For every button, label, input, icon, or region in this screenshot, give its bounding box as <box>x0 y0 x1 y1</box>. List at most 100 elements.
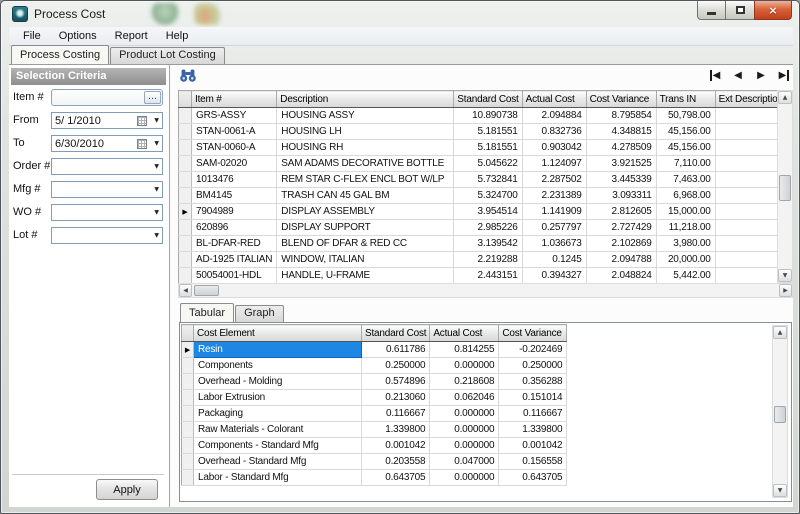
cell-standard_cost[interactable]: 0.643705 <box>362 470 430 486</box>
cell-actual_cost[interactable]: 1.036673 <box>522 236 586 252</box>
cell-standard_cost[interactable]: 0.574896 <box>362 374 430 390</box>
row-selector[interactable] <box>179 108 192 124</box>
from-input[interactable]: 5/ 1/2010▼ <box>51 112 163 129</box>
scroll-up-button[interactable]: ▲ <box>773 326 787 339</box>
row-selector[interactable] <box>179 188 192 204</box>
cell-cost_variance[interactable]: 4.278509 <box>586 140 656 156</box>
cell-trans_in[interactable]: 45,156.00 <box>656 124 715 140</box>
column-header-description[interactable]: Description <box>277 91 454 108</box>
cell-actual_cost[interactable]: 0.000000 <box>430 438 499 454</box>
close-button[interactable]: × <box>754 1 792 20</box>
column-header-actual-cost[interactable]: Actual Cost <box>522 91 586 108</box>
row-selector[interactable] <box>182 390 194 406</box>
cell-actual_cost[interactable]: 0.000000 <box>430 406 499 422</box>
cell-standard_cost[interactable]: 10.890738 <box>454 108 522 124</box>
cell-element[interactable]: Labor Extrusion <box>194 390 362 406</box>
row-selector[interactable] <box>182 406 194 422</box>
row-selector[interactable] <box>179 172 192 188</box>
table-row[interactable]: Raw Materials - Colorant 1.3398000.000000… <box>182 422 567 438</box>
cell-trans_in[interactable]: 7,110.00 <box>656 156 715 172</box>
maximize-button[interactable] <box>726 1 754 20</box>
cell-item[interactable]: STAN-0060-A <box>192 140 277 156</box>
cell-element[interactable]: Resin <box>194 342 362 358</box>
cell-description[interactable]: TRASH CAN 45 GAL BM <box>277 188 454 204</box>
cell-description[interactable]: HOUSING ASSY <box>277 108 454 124</box>
table-row[interactable]: Components0.2500000.0000000.250000 <box>182 358 567 374</box>
scrollbar-thumb[interactable] <box>779 175 791 201</box>
cell-cost_variance[interactable]: 0.250000 <box>499 358 567 374</box>
cell-item[interactable]: BL-DFAR-RED <box>192 236 277 252</box>
cell-actual_cost[interactable]: 0.903042 <box>522 140 586 156</box>
table-row[interactable]: 1013476REM STAR C-FLEX ENCL BOT W/LP5.73… <box>179 172 789 188</box>
cell-actual_cost[interactable]: 0.257797 <box>522 220 586 236</box>
order-input[interactable]: ▼ <box>51 158 163 175</box>
table-row[interactable]: SAM-02020SAM ADAMS DECORATIVE BOTTLE5.04… <box>179 156 789 172</box>
cell-cost_variance[interactable]: 2.048824 <box>586 268 656 284</box>
cell-item[interactable]: 7904989 <box>192 204 277 220</box>
cell-description[interactable]: SAM ADAMS DECORATIVE BOTTLE <box>277 156 454 172</box>
cell-cost_variance[interactable]: 4.348815 <box>586 124 656 140</box>
scroll-down-button[interactable]: ▼ <box>773 484 787 497</box>
item-input[interactable]: … <box>51 89 163 106</box>
menu-item-options[interactable]: Options <box>50 28 106 44</box>
row-selector[interactable] <box>179 156 192 172</box>
scroll-right-button[interactable]: ▶ <box>779 284 792 297</box>
row-selector[interactable] <box>182 470 194 486</box>
apply-button[interactable]: Apply <box>96 479 158 500</box>
cell-standard_cost[interactable]: 5.045622 <box>454 156 522 172</box>
cell-item[interactable]: 1013476 <box>192 172 277 188</box>
cell-description[interactable]: HANDLE, U-FRAME <box>277 268 454 284</box>
cell-element[interactable]: Raw Materials - Colorant <box>194 422 362 438</box>
table-row[interactable]: BM4145TRASH CAN 45 GAL BM5.3247002.23138… <box>179 188 789 204</box>
dropdown-arrow-icon[interactable]: ▼ <box>154 118 159 124</box>
table-row[interactable]: Components - Standard Mfg0.0010420.00000… <box>182 438 567 454</box>
cell-cost_variance[interactable]: 0.356288 <box>499 374 567 390</box>
dropdown-arrow-icon[interactable]: ▼ <box>154 210 159 216</box>
cell-trans_in[interactable]: 15,000.00 <box>656 204 715 220</box>
cell-item[interactable]: STAN-0061-A <box>192 124 277 140</box>
cell-item[interactable]: AD-1925 ITALIAN <box>192 252 277 268</box>
cell-description[interactable]: DISPLAY SUPPORT <box>277 220 454 236</box>
items-grid-hscrollbar[interactable]: ◀ ▶ <box>178 283 793 298</box>
cell-standard_cost[interactable]: 0.213060 <box>362 390 430 406</box>
cell-standard_cost[interactable]: 3.139542 <box>454 236 522 252</box>
to-input[interactable]: 6/30/2010▼ <box>51 135 163 152</box>
dropdown-arrow-icon[interactable]: ▼ <box>154 141 159 147</box>
nav-first-button[interactable]: ◀ <box>707 70 723 82</box>
cell-standard_cost[interactable]: 0.203558 <box>362 454 430 470</box>
mfg-input[interactable]: ▼ <box>51 181 163 198</box>
cell-standard_cost[interactable]: 0.001042 <box>362 438 430 454</box>
table-row[interactable]: AD-1925 ITALIANWINDOW, ITALIAN2.2192880.… <box>179 252 789 268</box>
cell-element[interactable]: Components - Standard Mfg <box>194 438 362 454</box>
cell-trans_in[interactable]: 7,463.00 <box>656 172 715 188</box>
menu-item-report[interactable]: Report <box>106 28 157 44</box>
cell-actual_cost[interactable]: 0.000000 <box>430 422 499 438</box>
row-selector[interactable] <box>179 140 192 156</box>
cell-standard_cost[interactable]: 5.324700 <box>454 188 522 204</box>
cell-description[interactable]: BLEND OF DFAR & RED CC <box>277 236 454 252</box>
title-bar[interactable]: Process Cost × <box>1 1 799 27</box>
cell-actual_cost[interactable]: 0.814255 <box>430 342 499 358</box>
cell-item[interactable]: SAM-02020 <box>192 156 277 172</box>
column-header-cost-variance[interactable]: Cost Variance <box>499 325 567 342</box>
cell-standard_cost[interactable]: 5.732841 <box>454 172 522 188</box>
calendar-icon[interactable] <box>137 139 147 149</box>
nav-next-button[interactable]: ▶ <box>753 70 769 82</box>
column-header-standard-cost[interactable]: Standard Cost <box>454 91 522 108</box>
cell-standard_cost[interactable]: 3.954514 <box>454 204 522 220</box>
table-row[interactable]: 50054001-HDLHANDLE, U-FRAME2.4431510.394… <box>179 268 789 284</box>
cell-actual_cost[interactable]: 0.832736 <box>522 124 586 140</box>
ellipsis-button[interactable]: … <box>144 91 161 104</box>
cell-trans_in[interactable]: 3,980.00 <box>656 236 715 252</box>
cell-trans_in[interactable]: 20,000.00 <box>656 252 715 268</box>
cell-standard_cost[interactable]: 0.116667 <box>362 406 430 422</box>
minimize-button[interactable] <box>697 1 726 20</box>
tab-tabular[interactable]: Tabular <box>180 303 234 322</box>
items-grid-vscrollbar[interactable]: ▲ ▼ <box>777 90 793 283</box>
column-header-cost-element[interactable]: Cost Element <box>194 325 362 342</box>
cell-element[interactable]: Components <box>194 358 362 374</box>
row-selector[interactable] <box>179 220 192 236</box>
scrollbar-thumb[interactable] <box>774 406 786 423</box>
cell-cost_variance[interactable]: 3.921525 <box>586 156 656 172</box>
cell-cost_variance[interactable]: 1.339800 <box>499 422 567 438</box>
